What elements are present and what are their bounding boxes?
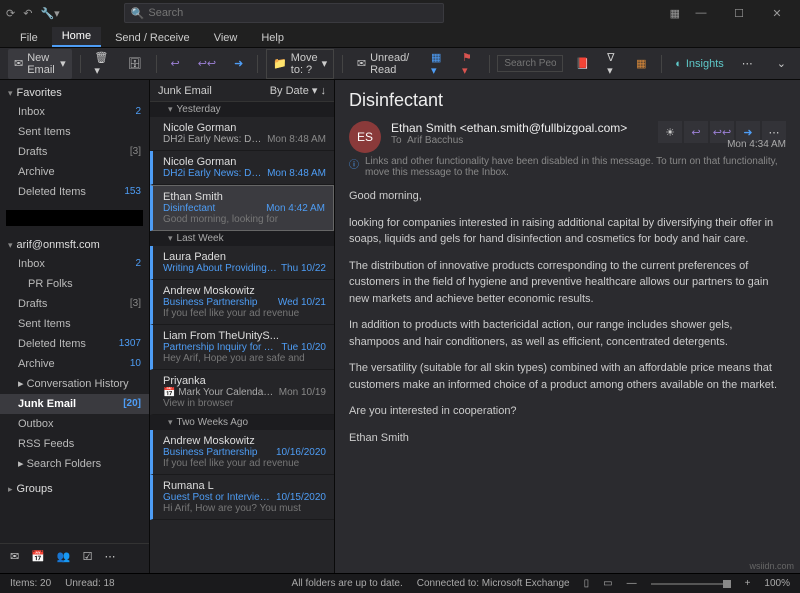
nav-item[interactable]: Inbox2 [0, 102, 149, 122]
message-item[interactable]: Nicole GormanDH2i Early News: DxOdyssey … [150, 117, 334, 151]
redacted-account [6, 210, 143, 226]
watermark: wsiidn.com [749, 561, 794, 571]
title-bar: ⟳ ↶ 🔧▾ 🔍 ▦ — ☐ ✕ [0, 0, 800, 26]
tasks-icon[interactable]: ☑ [83, 550, 93, 563]
tab-view[interactable]: View [204, 29, 248, 47]
nav-more-icon[interactable]: ⋯ [105, 550, 116, 563]
forward-button[interactable]: ➜ [228, 54, 249, 73]
zoom-in-icon[interactable]: + [745, 578, 751, 589]
nav-item[interactable]: ▸ Conversation History [0, 374, 149, 394]
tab-help[interactable]: Help [251, 29, 294, 47]
zoom-out-icon[interactable]: — [627, 578, 637, 589]
message-item[interactable]: Priyanka📅 Mark Your Calendars to M...Mon… [150, 370, 334, 415]
sender-line: Ethan Smith <ethan.smith@fullbizgoal.com… [391, 121, 648, 135]
sort-button[interactable]: By Date ▾ ↓ [270, 84, 326, 97]
status-bar: Items: 20 Unread: 18 All folders are up … [0, 573, 800, 593]
archive-button[interactable]: 🗄 [122, 54, 148, 73]
folder-title: Junk Email [158, 85, 212, 97]
view-reading-icon[interactable]: ▭ [603, 578, 612, 589]
nav-item[interactable]: Archive10 [0, 354, 149, 374]
view-normal-icon[interactable]: ▯ [584, 578, 590, 589]
flag-button[interactable]: ⚑ ▾ [456, 48, 481, 80]
message-item[interactable]: Andrew MoskowitzBusiness PartnershipWed … [150, 280, 334, 325]
new-email-button[interactable]: ✉ New Email ▾ [8, 49, 72, 79]
tab-send-receive[interactable]: Send / Receive [105, 29, 200, 47]
nav-item[interactable]: Junk Email[20] [0, 394, 149, 414]
nav-item[interactable]: Drafts[3] [0, 294, 149, 314]
reply-all-button[interactable]: ↩↩ [192, 54, 222, 73]
maximize-button[interactable]: ☐ [722, 0, 756, 26]
nav-item[interactable]: Deleted Items153 [0, 182, 149, 202]
nav-item[interactable]: Inbox2 [0, 254, 149, 274]
nav-pane: Favorites Inbox2Sent ItemsDrafts[3]Archi… [0, 80, 150, 573]
nav-item[interactable]: Sent Items [0, 314, 149, 334]
group-header[interactable]: Yesterday [150, 102, 334, 117]
unread-read-button[interactable]: ✉ Unread/ Read [351, 49, 419, 79]
message-item[interactable]: Liam From TheUnityS...Partnership Inquir… [150, 325, 334, 370]
favorites-header[interactable]: Favorites [0, 84, 149, 102]
search-people[interactable] [497, 55, 563, 72]
group-header[interactable]: Last Week [150, 231, 334, 246]
groups-button[interactable]: ▦ [630, 54, 652, 73]
message-date: Mon 4:34 AM [349, 139, 786, 150]
status-items: Items: 20 [10, 578, 51, 589]
delete-button[interactable]: 🗑 ▾ [88, 48, 115, 80]
status-uptodate: All folders are up to date. [292, 578, 403, 589]
ribbon-collapse-button[interactable]: ⌄ [771, 54, 792, 73]
ribbon: ✉ New Email ▾ 🗑 ▾ 🗄 ↩ ↩↩ ➜ 📁 Move to: ? … [0, 48, 800, 80]
zoom-value: 100% [764, 578, 790, 589]
categorize-button[interactable]: ▦ ▾ [425, 48, 450, 80]
message-subject: Disinfectant [349, 90, 786, 111]
nav-item[interactable]: Drafts[3] [0, 142, 149, 162]
insights-button[interactable]: ◐ Insights [669, 55, 730, 73]
filter-button[interactable]: ∇ ▾ [601, 48, 624, 80]
nav-item[interactable]: Deleted Items1307 [0, 334, 149, 354]
minimize-button[interactable]: — [684, 0, 718, 26]
nav-item[interactable]: ▸ Search Folders [0, 454, 149, 474]
ribbon-more-button[interactable]: ⋯ [736, 54, 759, 73]
nav-item[interactable]: RSS Feeds [0, 434, 149, 454]
message-item[interactable]: Rumana LGuest Post or Interview opp...10… [150, 475, 334, 520]
reply-button[interactable]: ↩ [165, 54, 186, 73]
zoom-slider[interactable] [651, 583, 731, 585]
info-bar: ⓘ Links and other functionality have bee… [349, 156, 786, 178]
message-item[interactable]: Nicole GormanDH2i Early News: DxOdysse..… [150, 151, 334, 185]
info-icon: ⓘ [349, 156, 359, 171]
people-icon[interactable]: 👥 [57, 550, 71, 563]
close-button[interactable]: ✕ [760, 0, 794, 26]
search-icon: 🔍 [131, 7, 145, 20]
message-item[interactable]: Laura PadenWriting About Providing To...… [150, 246, 334, 280]
address-book-button[interactable]: 📕 [569, 54, 595, 73]
message-item[interactable]: Ethan SmithDisinfectantMon 4:42 AMGood m… [150, 185, 334, 231]
message-body: Good morning,looking for companies inter… [349, 188, 786, 456]
tab-home[interactable]: Home [52, 27, 101, 47]
undo-icon[interactable]: ↶ [23, 7, 32, 20]
message-list: Junk Email By Date ▾ ↓ YesterdayNicole G… [150, 80, 335, 573]
nav-item[interactable]: PR Folks [0, 274, 149, 294]
global-search[interactable]: 🔍 [124, 3, 444, 23]
coming-soon-icon[interactable]: ▦ [670, 7, 680, 20]
nav-item[interactable]: Archive [0, 162, 149, 182]
status-unread: Unread: 18 [65, 578, 114, 589]
groups-header[interactable]: Groups [0, 480, 149, 498]
menu-bar: File Home Send / Receive View Help [0, 26, 800, 48]
nav-item[interactable]: Outbox [0, 414, 149, 434]
calendar-icon[interactable]: 📅 [31, 550, 45, 563]
message-item[interactable]: Andrew MoskowitzBusiness Partnership10/1… [150, 430, 334, 475]
tab-file[interactable]: File [10, 29, 48, 47]
group-header[interactable]: Two Weeks Ago [150, 415, 334, 430]
sync-icon[interactable]: ⟳ [6, 7, 15, 20]
search-input[interactable] [148, 7, 436, 19]
nav-item[interactable]: Sent Items [0, 122, 149, 142]
reading-pane: Disinfectant ES Ethan Smith <ethan.smith… [335, 80, 800, 573]
account-header[interactable]: arif@onmsft.com [0, 236, 149, 254]
mail-icon[interactable]: ✉ [10, 550, 19, 563]
status-connected: Connected to: Microsoft Exchange [417, 578, 570, 589]
customize-icon[interactable]: 🔧▾ [40, 7, 59, 20]
move-to-dropdown[interactable]: 📁 Move to: ? ▾ [266, 49, 334, 79]
